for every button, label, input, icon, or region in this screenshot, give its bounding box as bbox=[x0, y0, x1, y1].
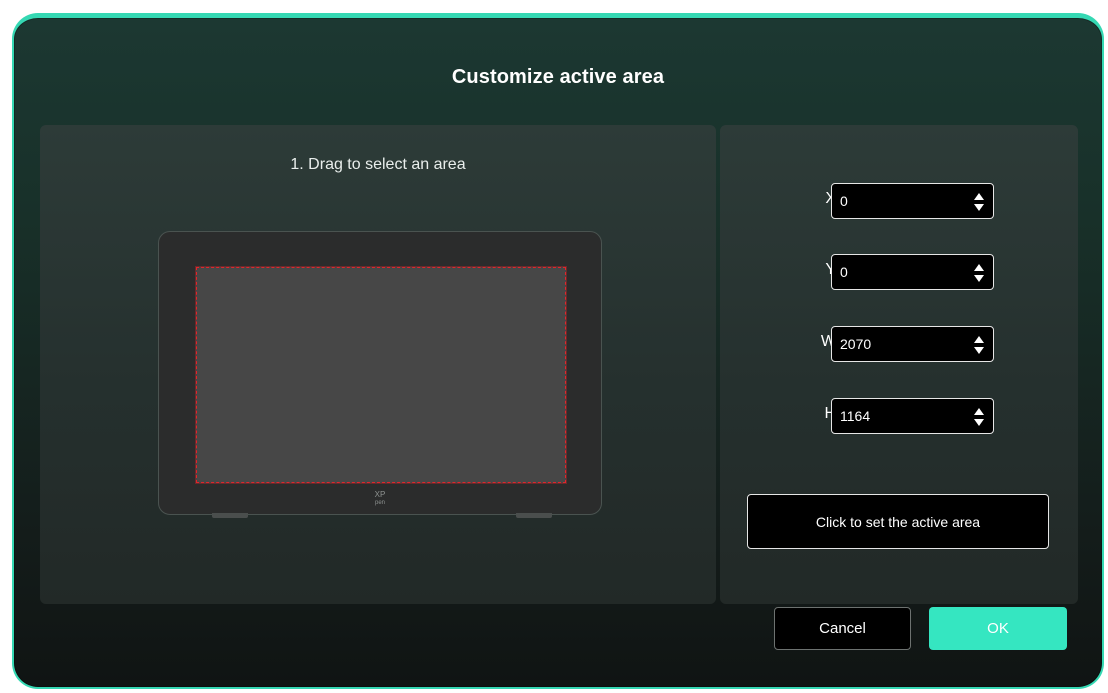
drag-instruction: 1. Drag to select an area bbox=[290, 156, 466, 173]
area-preview-panel: 1. Drag to select an area XP pen bbox=[40, 125, 716, 604]
cancel-button[interactable]: Cancel bbox=[774, 607, 911, 650]
svg-text:pen: pen bbox=[375, 500, 385, 506]
spin-up-icon[interactable] bbox=[973, 407, 985, 416]
y-field-row: Y bbox=[786, 254, 996, 290]
xppen-logo-icon: XP pen bbox=[375, 490, 386, 506]
spin-up-icon[interactable] bbox=[973, 335, 985, 344]
w-spinbox[interactable] bbox=[831, 326, 994, 362]
x-input[interactable] bbox=[840, 191, 960, 211]
customize-active-area-dialog: Customize active area 1. Drag to select … bbox=[12, 13, 1104, 689]
tablet-foot-left bbox=[212, 513, 248, 518]
w-field-row: W bbox=[786, 326, 996, 362]
spin-down-icon[interactable] bbox=[973, 274, 985, 283]
spin-down-icon[interactable] bbox=[973, 346, 985, 355]
pen-display-illustration: XP pen bbox=[158, 231, 602, 515]
w-input[interactable] bbox=[840, 334, 960, 354]
spin-up-icon[interactable] bbox=[973, 263, 985, 272]
h-field-row: H bbox=[786, 398, 996, 434]
y-spinbox[interactable] bbox=[831, 254, 994, 290]
h-input[interactable] bbox=[840, 406, 960, 426]
tablet-foot-right bbox=[516, 513, 552, 518]
spin-up-icon[interactable] bbox=[973, 192, 985, 201]
h-spinbox[interactable] bbox=[831, 398, 994, 434]
x-spin-arrows[interactable] bbox=[973, 192, 985, 212]
set-active-area-button[interactable]: Click to set the active area bbox=[747, 494, 1049, 549]
x-field-row: X bbox=[786, 183, 996, 219]
spin-down-icon[interactable] bbox=[973, 418, 985, 427]
x-spinbox[interactable] bbox=[831, 183, 994, 219]
tablet-screen bbox=[195, 266, 567, 484]
w-spin-arrows[interactable] bbox=[973, 335, 985, 355]
xppen-logo: XP pen bbox=[159, 490, 601, 507]
ok-button[interactable]: OK bbox=[929, 607, 1067, 650]
area-values-panel: X Y W bbox=[720, 125, 1078, 604]
active-area-selection[interactable] bbox=[195, 266, 567, 484]
h-spin-arrows[interactable] bbox=[973, 407, 985, 427]
svg-text:XP: XP bbox=[375, 490, 386, 499]
y-spin-arrows[interactable] bbox=[973, 263, 985, 283]
spin-down-icon[interactable] bbox=[973, 203, 985, 212]
y-input[interactable] bbox=[840, 262, 960, 282]
dialog-title: Customize active area bbox=[451, 66, 665, 88]
